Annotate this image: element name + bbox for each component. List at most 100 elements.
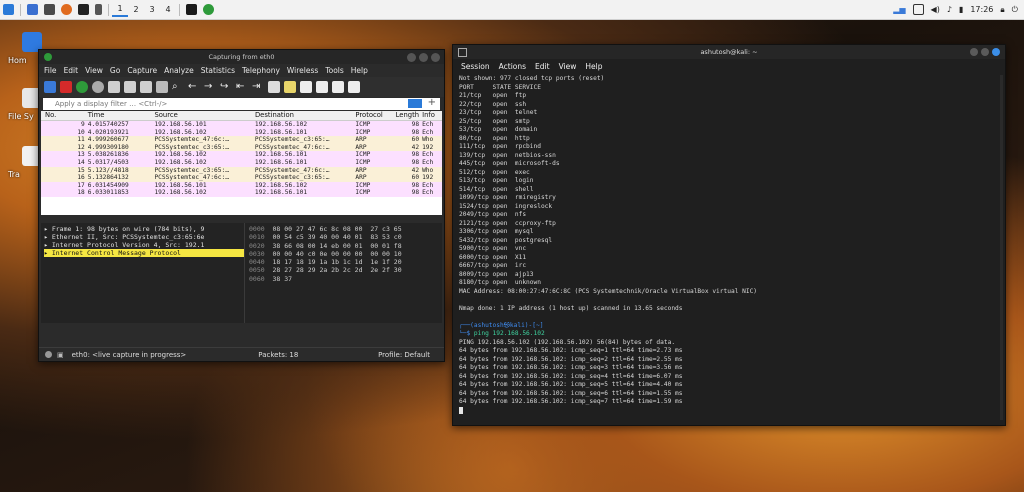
packet-row[interactable]: 15 5.123//4818 PCSSystemtec_c3:65:… PCSSyst… [41, 166, 442, 175]
menu-analyze[interactable]: Analyze [164, 66, 194, 75]
normal-size-icon[interactable] [332, 81, 344, 93]
colorize-icon[interactable] [284, 81, 296, 93]
hex-row[interactable]: 0050 28 27 28 29 2a 2b 2c 2d 2e 2f 30 [249, 266, 442, 274]
battery-icon[interactable]: ▮ [959, 5, 963, 14]
hex-row[interactable]: 0000 08 00 27 47 6c 8c 08 00 27 c3 65 [249, 225, 442, 233]
menu-actions[interactable]: Actions [499, 62, 526, 71]
apply-filter-button[interactable] [408, 99, 422, 108]
menu-telephony[interactable]: Telephony [242, 66, 280, 75]
packet-row[interactable]: 11 4.999260677 PCSSystemtec_47:6c:… PCSSyst… [41, 136, 442, 144]
column-header-source[interactable]: Source [154, 111, 254, 120]
notification-bell-icon[interactable]: ♪ [947, 5, 952, 14]
menu-view[interactable]: View [85, 66, 103, 75]
kali-menu-icon[interactable] [3, 4, 14, 15]
stop-capture-icon[interactable] [60, 81, 72, 93]
terminal-scrollbar[interactable] [1000, 75, 1003, 420]
menu-edit[interactable]: Edit [64, 66, 79, 75]
save-file-icon[interactable] [124, 81, 136, 93]
menu-file[interactable]: File [44, 66, 57, 75]
restart-capture-icon[interactable] [76, 81, 88, 93]
detail-ipv4[interactable]: ▸ Internet Protocol Version 4, Src: 192.… [44, 241, 244, 249]
hex-row[interactable]: 0020 38 66 08 00 14 eb 00 01 00 01 f8 [249, 242, 442, 250]
forward-arrow-icon[interactable]: → [204, 81, 216, 93]
terminal-launcher-icon[interactable] [78, 4, 89, 15]
menu-wireless[interactable]: Wireless [287, 66, 318, 75]
chevron-down-icon[interactable] [95, 4, 102, 15]
expert-info-icon[interactable]: ▣ [57, 351, 64, 359]
packet-row[interactable]: 14 5.0317/4503 192.168.56.102 192.168.56.10… [41, 158, 442, 167]
packet-row[interactable]: 17 6.031454909 192.168.56.101 192.168.56.10… [41, 181, 442, 190]
open-file-icon[interactable] [108, 81, 120, 93]
maximize-button[interactable] [419, 52, 428, 62]
hex-row[interactable]: 0030 00 00 40 c0 0e 00 00 00 00 00 10 [249, 250, 442, 258]
terminal-output[interactable]: Not shown: 977 closed tcp ports (reset) P… [453, 73, 1005, 415]
minimize-button[interactable] [407, 52, 416, 62]
packet-row[interactable]: 18 6.033011853 192.168.56.102 192.168.56.10… [41, 189, 442, 197]
packet-row[interactable]: 9 4.015740257 192.168.56.101 192.168.56.102… [41, 121, 442, 129]
hex-row[interactable]: 0010 00 54 c5 39 40 00 40 01 83 53 c0 [249, 233, 442, 241]
terminal-titlebar[interactable]: ashutosh@kali: ~ [453, 45, 1005, 59]
close-button[interactable] [431, 52, 440, 62]
display-filter-input[interactable]: Apply a display filter … <Ctrl-/> + [43, 97, 440, 110]
find-icon[interactable]: ⌕ [172, 81, 184, 93]
close-button[interactable] [992, 48, 1000, 56]
menu-view[interactable]: View [559, 62, 577, 71]
go-to-packet-icon[interactable]: ↪ [220, 81, 232, 93]
start-capture-icon[interactable] [44, 81, 56, 93]
detail-frame[interactable]: ▸ Frame 1: 98 bytes on wire (784 bits), … [44, 225, 244, 233]
status-profile[interactable]: Profile: Default [378, 351, 430, 359]
power-icon[interactable]: ⏻ [1012, 5, 1018, 15]
add-filter-button[interactable]: + [428, 97, 436, 108]
column-header-length[interactable]: Length [392, 111, 422, 120]
screen-icon[interactable] [912, 4, 924, 15]
maximize-button[interactable] [981, 48, 989, 56]
zoom-out-icon[interactable] [316, 81, 328, 93]
packet-row[interactable]: 10 4.020193921 192.168.56.102 192.168.56.10… [41, 128, 442, 137]
hex-row[interactable]: 0040 18 17 18 19 1a 1b 1c 1d 1e 1f 20 [249, 258, 442, 266]
wireshark-titlebar[interactable]: Capturing from eth0 [39, 50, 444, 64]
menu-help[interactable]: Help [585, 62, 602, 71]
hex-row[interactable]: 0060 38 37 [249, 275, 442, 283]
network-graph-icon[interactable]: ▂▅ [893, 5, 905, 14]
reload-icon[interactable] [156, 81, 168, 93]
workspace-3[interactable]: 3 [144, 5, 160, 14]
minimize-button[interactable] [970, 48, 978, 56]
menu-go[interactable]: Go [110, 66, 120, 75]
zoom-in-icon[interactable] [300, 81, 312, 93]
packet-row[interactable]: 12 4.999309180 PCSSystemtec_c3:65:… PCSSyst… [41, 143, 442, 152]
menu-session[interactable]: Session [461, 62, 490, 71]
autoscroll-icon[interactable] [268, 81, 280, 93]
column-header-no[interactable]: No. [41, 111, 88, 120]
detail-ethernet[interactable]: ▸ Ethernet II, Src: PCSSystemtec_c3:65:6… [44, 233, 244, 241]
menu-tools[interactable]: Tools [325, 66, 343, 75]
volume-icon[interactable]: ◀) [931, 5, 940, 14]
menu-capture[interactable]: Capture [127, 66, 157, 75]
resize-columns-icon[interactable] [348, 81, 360, 93]
menu-help[interactable]: Help [351, 66, 368, 75]
packet-row[interactable]: 16 5.132864132 PCSSystemtec_47:6c:… PCSSyst… [41, 174, 442, 182]
back-arrow-icon[interactable]: ← [188, 81, 200, 93]
detail-icmp[interactable]: ▸ Internet Control Message Protocol [44, 249, 244, 257]
last-packet-icon[interactable]: ⇥ [252, 81, 264, 93]
column-header-info[interactable]: Info [422, 111, 442, 120]
file-manager-icon[interactable] [44, 4, 55, 15]
column-header-time[interactable]: Time [88, 111, 155, 120]
first-packet-icon[interactable]: ⇤ [236, 81, 248, 93]
terminal-task-icon[interactable] [186, 4, 197, 15]
clock[interactable]: 17:26 [970, 5, 993, 14]
wireshark-task-icon[interactable] [203, 4, 214, 15]
close-file-icon[interactable] [140, 81, 152, 93]
column-header-protocol[interactable]: Protocol [355, 111, 392, 120]
show-desktop-icon[interactable] [27, 4, 38, 15]
workspace-2[interactable]: 2 [128, 5, 144, 14]
workspace-1[interactable]: 1 [112, 2, 128, 17]
packet-row[interactable]: 13 5.038261836 192.168.56.102 192.168.56.10… [41, 151, 442, 159]
workspace-4[interactable]: 4 [160, 5, 176, 14]
lock-icon[interactable]: 🔒︎ [1000, 5, 1004, 15]
menu-statistics[interactable]: Statistics [201, 66, 235, 75]
menu-edit[interactable]: Edit [535, 62, 550, 71]
taskbar-separator [179, 3, 180, 16]
column-header-destination[interactable]: Destination [255, 111, 355, 120]
capture-options-icon[interactable] [92, 81, 104, 93]
firefox-icon[interactable] [61, 4, 72, 15]
